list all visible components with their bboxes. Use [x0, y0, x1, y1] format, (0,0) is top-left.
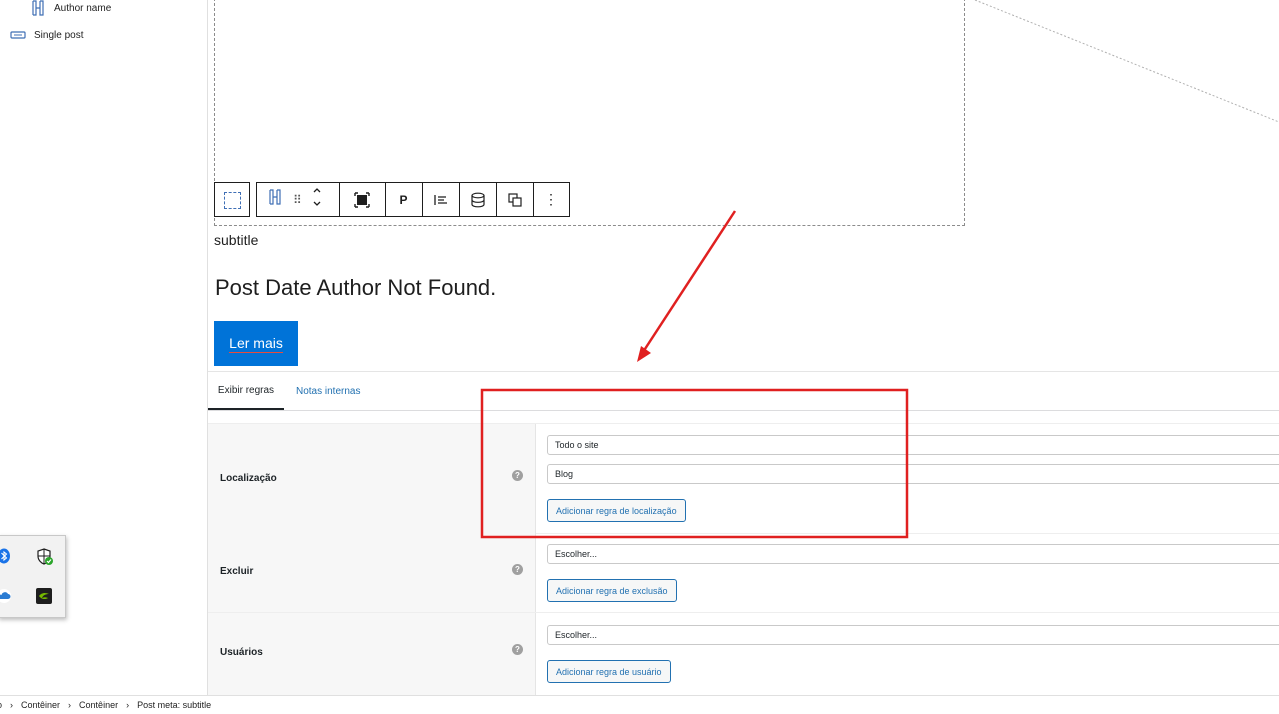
bluetooth-icon[interactable]: [0, 548, 11, 569]
chevron-right-icon: ›: [126, 700, 130, 710]
annotation-arrow-line: [641, 210, 737, 353]
breadcrumb-item-current[interactable]: Post meta: subtitle: [137, 700, 211, 710]
system-tray-popup: [0, 535, 66, 618]
breadcrumb-item[interactable]: Contêiner: [21, 700, 60, 710]
chevron-right-icon: ›: [68, 700, 72, 710]
annotation-overlay: [480, 210, 909, 539]
security-shield-icon[interactable]: [36, 548, 54, 571]
nvidia-icon[interactable]: [36, 588, 52, 609]
annotation-highlight-box: [480, 388, 909, 539]
breadcrumb-item[interactable]: o: [0, 700, 2, 710]
breadcrumb: o › Contêiner › Contêiner › Post meta: s…: [0, 695, 1279, 714]
chevron-right-icon: ›: [10, 700, 14, 710]
annotation-arrow-head: [637, 346, 651, 362]
breadcrumb-item[interactable]: Contêiner: [79, 700, 118, 710]
onedrive-cloud-icon[interactable]: [0, 589, 11, 608]
